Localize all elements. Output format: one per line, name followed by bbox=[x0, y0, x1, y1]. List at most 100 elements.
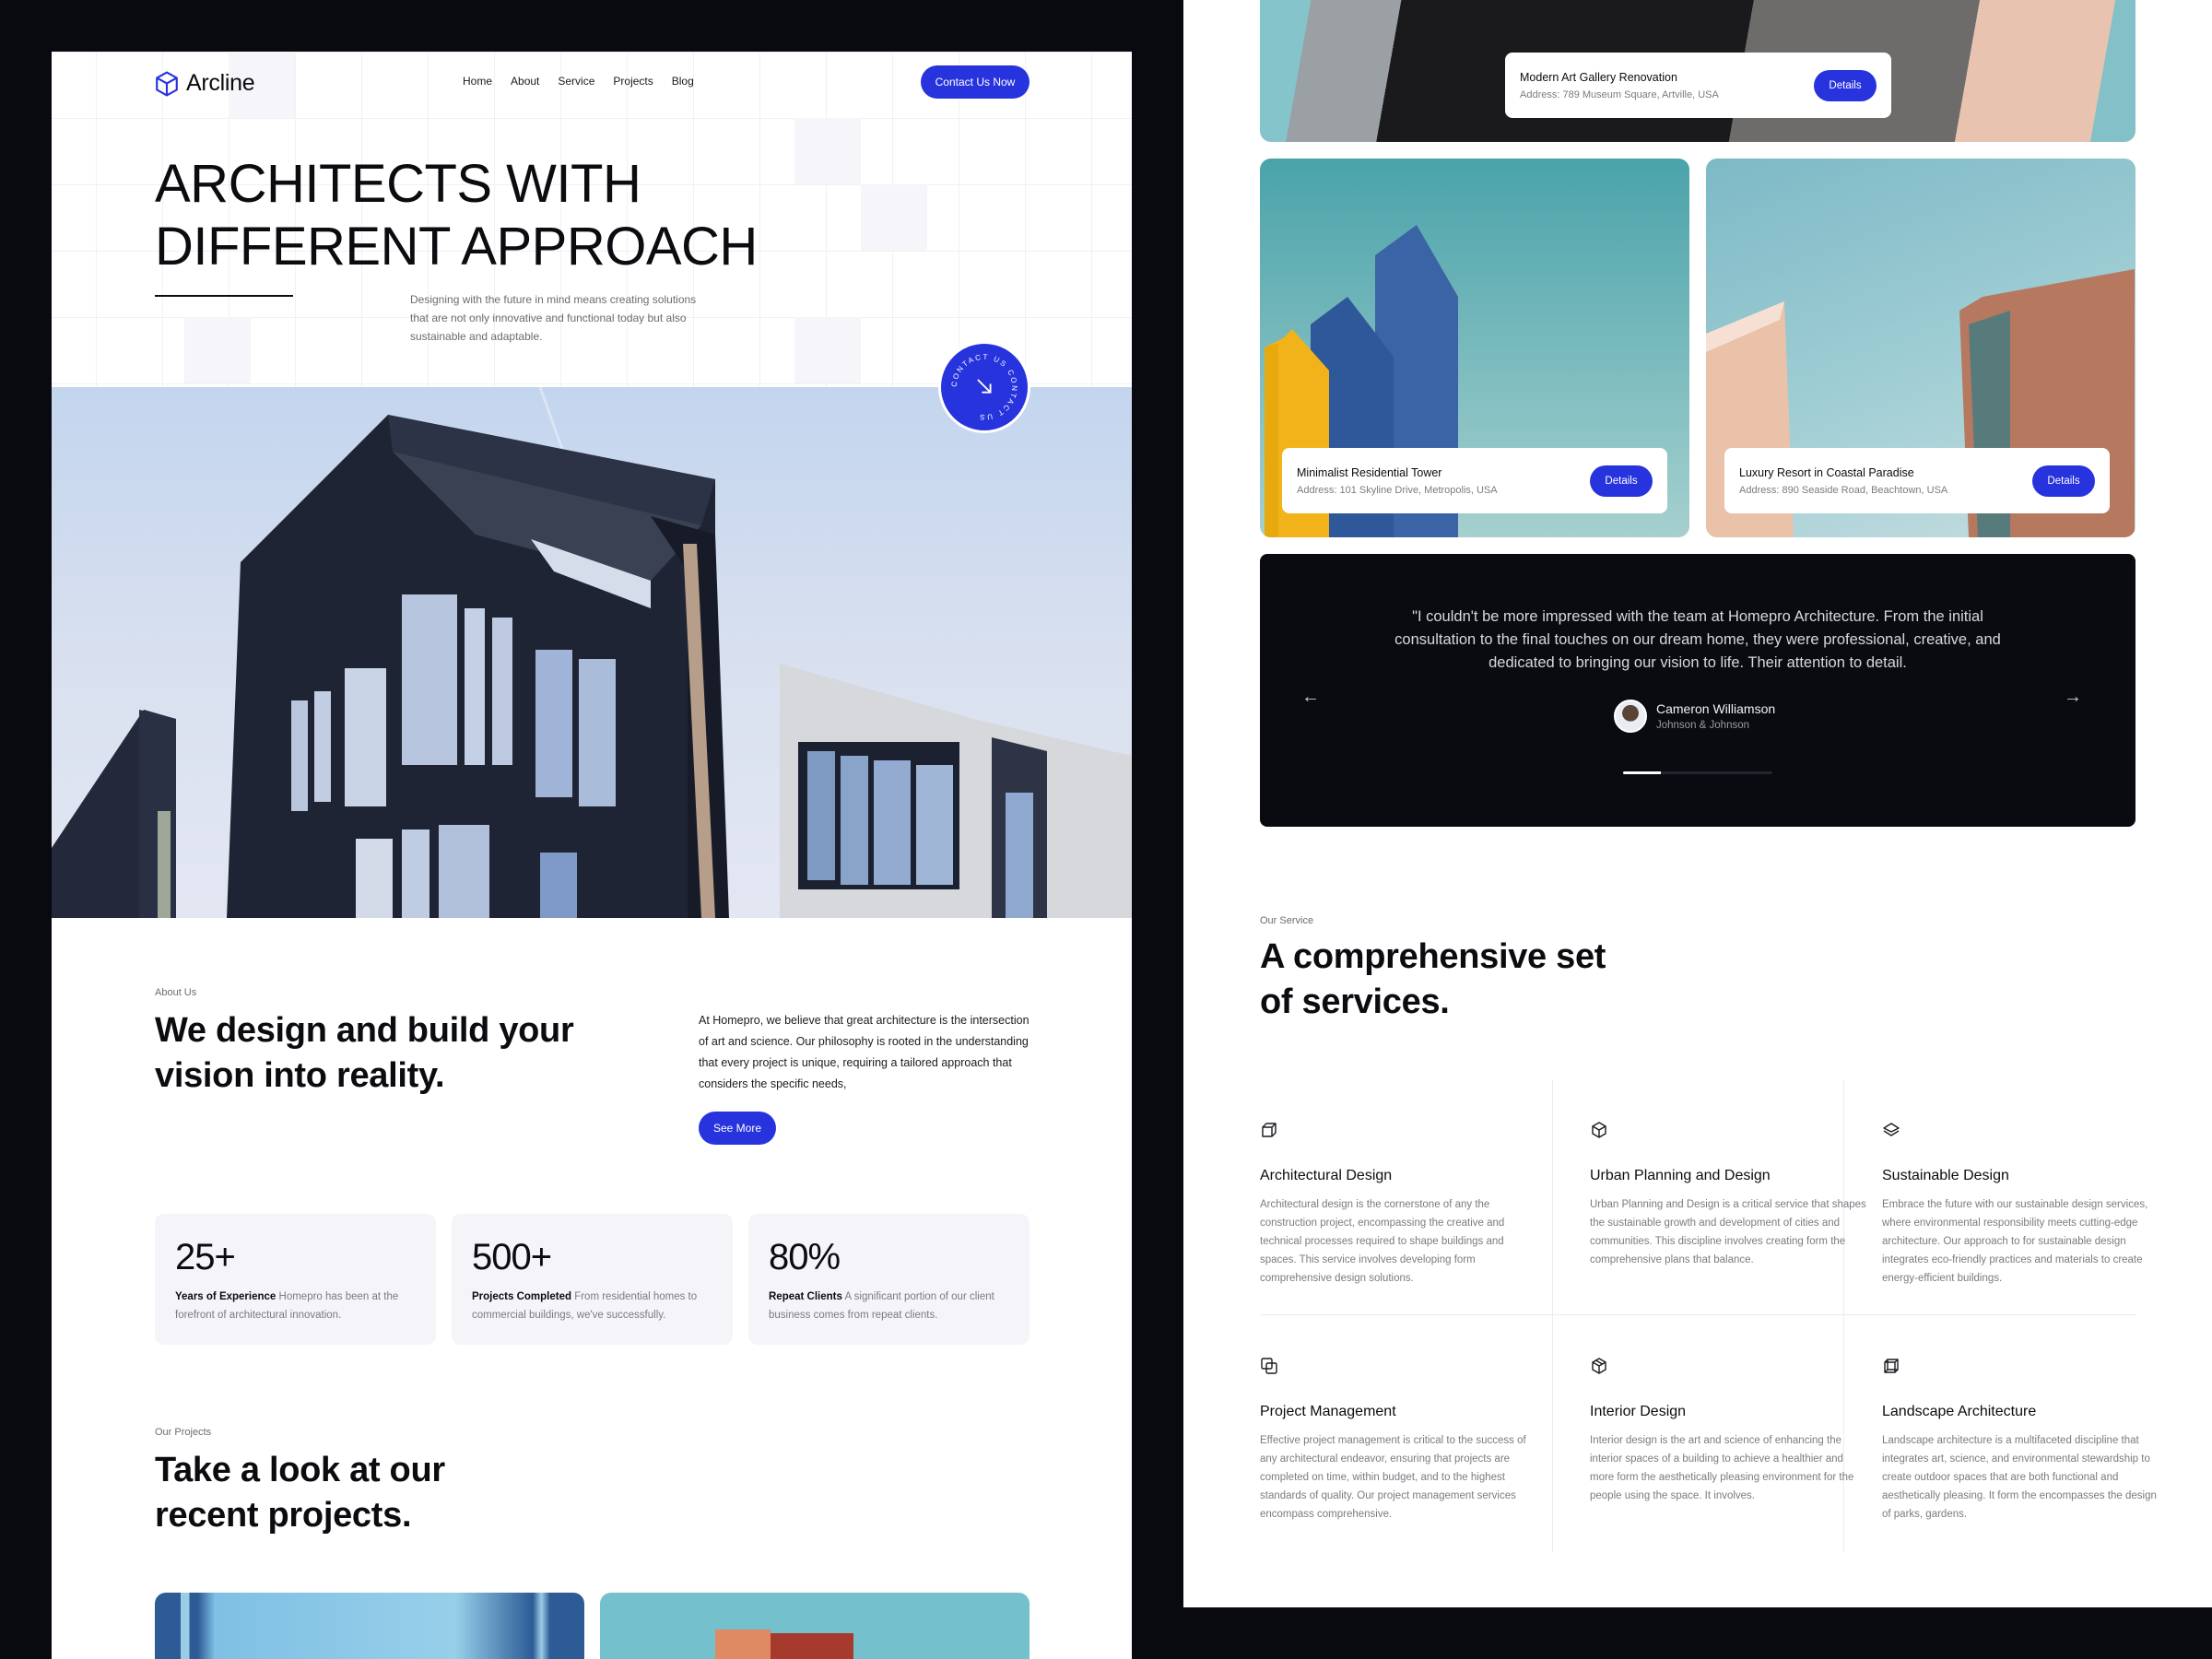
services-title: A comprehensive set of services. bbox=[1260, 937, 1606, 1021]
stat-label: Repeat Clients bbox=[769, 1291, 842, 1302]
stat-value: 500+ bbox=[472, 1237, 552, 1277]
circular-text-arrow-icon: CONTACT US CONTACT US bbox=[950, 353, 1017, 421]
stat-value: 80% bbox=[769, 1237, 841, 1277]
grid-cell bbox=[184, 317, 251, 383]
service-description: Embrace the future with our sustainable … bbox=[1882, 1199, 2148, 1284]
service-name: Landscape Architecture bbox=[1882, 1404, 2037, 1419]
stat-card: 500+ Projects Completed From residential… bbox=[452, 1214, 733, 1345]
project-info-card: Modern Art Gallery Renovation Address: 7… bbox=[1505, 53, 1891, 118]
slider-progress[interactable] bbox=[1623, 771, 1772, 774]
canvas: Arcline Home About Service Projects Blog… bbox=[0, 0, 2212, 1659]
see-more-button[interactable]: See More bbox=[699, 1112, 776, 1145]
project-thumbnail[interactable] bbox=[600, 1593, 1030, 1659]
details-button[interactable]: Details bbox=[2032, 465, 2095, 497]
stat-description: Years of Experience Homepro has been at … bbox=[175, 1288, 416, 1324]
contact-us-button[interactable]: Contact Us Now bbox=[921, 65, 1030, 99]
hero-title-line-2: DIFFERENT APPROACH bbox=[155, 217, 758, 276]
project-address: Address: 789 Museum Square, Artville, US… bbox=[1520, 88, 1719, 100]
landing-page-left: Arcline Home About Service Projects Blog… bbox=[52, 52, 1132, 1659]
project-info-card: Minimalist Residential Tower Address: 10… bbox=[1282, 448, 1667, 513]
building-shape bbox=[771, 1633, 853, 1659]
layers-icon bbox=[1883, 1123, 1900, 1136]
project-info-card: Luxury Resort in Coastal Paradise Addres… bbox=[1724, 448, 2110, 513]
previous-arrow-button[interactable]: ← bbox=[1297, 683, 1324, 711]
nav-link-blog[interactable]: Blog bbox=[672, 75, 694, 88]
nav-links: Home About Service Projects Blog bbox=[463, 75, 694, 88]
stat-card: 25+ Years of Experience Homepro has been… bbox=[155, 1214, 436, 1345]
author-name: Cameron Williamson bbox=[1656, 701, 1776, 716]
service-item: Sustainable Design Embrace the future wi… bbox=[1882, 1121, 2159, 1288]
nav-link-about[interactable]: About bbox=[511, 75, 539, 88]
logo[interactable]: Arcline bbox=[155, 70, 255, 97]
cube-logo-icon bbox=[156, 71, 178, 96]
grid-cell bbox=[861, 184, 927, 251]
stat-label: Years of Experience bbox=[175, 1291, 276, 1302]
details-button[interactable]: Details bbox=[1590, 465, 1653, 497]
nav-link-service[interactable]: Service bbox=[558, 75, 594, 88]
stat-value: 25+ bbox=[175, 1237, 236, 1277]
services-label: Our Service bbox=[1260, 915, 1314, 926]
project-info-text: Luxury Resort in Coastal Paradise Addres… bbox=[1739, 466, 1947, 496]
brand-name: Arcline bbox=[186, 70, 255, 96]
building-shape bbox=[715, 1630, 771, 1659]
service-item: Project Management Effective project man… bbox=[1260, 1357, 1536, 1524]
project-card[interactable]: Luxury Resort in Coastal Paradise Addres… bbox=[1706, 159, 2136, 537]
contact-us-badge[interactable]: CONTACT US CONTACT US bbox=[938, 341, 1030, 433]
project-info-text: Minimalist Residential Tower Address: 10… bbox=[1297, 466, 1498, 496]
project-name: Luxury Resort in Coastal Paradise bbox=[1739, 465, 1914, 479]
service-item: Landscape Architecture Landscape archite… bbox=[1882, 1357, 2159, 1524]
divider bbox=[1552, 1080, 1553, 1552]
wireframe-cube-icon bbox=[1884, 1359, 1899, 1373]
stat-description: Repeat Clients A significant portion of … bbox=[769, 1288, 1009, 1324]
grid-cell bbox=[794, 118, 861, 184]
service-name: Sustainable Design bbox=[1882, 1168, 2009, 1183]
service-description: Effective project management is critical… bbox=[1260, 1435, 1526, 1520]
hero-description: Designing with the future in mind means … bbox=[410, 293, 697, 343]
nav-link-projects[interactable]: Projects bbox=[613, 75, 653, 88]
project-card[interactable]: Modern Art Gallery Renovation Address: 7… bbox=[1260, 0, 2136, 142]
service-item: Interior Design Interior design is the a… bbox=[1590, 1357, 1866, 1505]
service-item: Architectural Design Architectural desig… bbox=[1260, 1121, 1536, 1288]
author-company: Johnson & Johnson bbox=[1656, 720, 1750, 731]
service-name: Project Management bbox=[1260, 1404, 1396, 1419]
grid-cell bbox=[794, 317, 861, 383]
projects-label: Our Projects bbox=[155, 1427, 212, 1438]
project-address: Address: 101 Skyline Drive, Metropolis, … bbox=[1297, 484, 1498, 496]
hero-building-image bbox=[52, 387, 1132, 918]
landing-page-right: Modern Art Gallery Renovation Address: 7… bbox=[1183, 0, 2212, 1607]
about-text: At Homepro, we believe that great archit… bbox=[699, 1014, 1030, 1090]
testimonial-author: Cameron Williamson Johnson & Johnson bbox=[1614, 700, 1775, 733]
arrow-right-icon: → bbox=[2064, 686, 2082, 707]
avatar bbox=[1614, 700, 1647, 733]
testimonial-quote: "I couldn't be more impressed with the t… bbox=[1394, 608, 2001, 671]
project-name: Minimalist Residential Tower bbox=[1297, 465, 1442, 479]
slider-progress-fill bbox=[1623, 771, 1661, 774]
next-arrow-button[interactable]: → bbox=[2059, 683, 2087, 711]
hero-divider bbox=[155, 295, 293, 297]
testimonial-slider: "I couldn't be more impressed with the t… bbox=[1260, 554, 2136, 827]
project-info-text: Modern Art Gallery Renovation Address: 7… bbox=[1520, 71, 1719, 100]
author-info: Cameron Williamson Johnson & Johnson bbox=[1656, 701, 1775, 731]
stat-card: 80% Repeat Clients A significant portion… bbox=[748, 1214, 1030, 1345]
service-name: Urban Planning and Design bbox=[1590, 1168, 1771, 1183]
service-name: Interior Design bbox=[1590, 1404, 1687, 1419]
divider bbox=[1260, 1314, 2136, 1315]
building-illustration bbox=[52, 387, 1132, 918]
details-button[interactable]: Details bbox=[1814, 69, 1877, 101]
about-label: About Us bbox=[155, 987, 197, 998]
service-description: Interior design is the art and science o… bbox=[1590, 1435, 1854, 1501]
top-nav: Arcline Home About Service Projects Blog… bbox=[52, 52, 1132, 116]
service-name: Architectural Design bbox=[1260, 1168, 1393, 1183]
stat-description: Projects Completed From residential home… bbox=[472, 1288, 712, 1324]
hero-title: ARCHITECTS WITH DIFFERENT APPROACH bbox=[155, 153, 758, 278]
nav-link-home[interactable]: Home bbox=[463, 75, 492, 88]
service-description: Urban Planning and Design is a critical … bbox=[1590, 1199, 1866, 1265]
overlap-squares-icon bbox=[1261, 1358, 1277, 1374]
hexagon-cube-icon bbox=[1592, 1122, 1606, 1138]
project-name: Modern Art Gallery Renovation bbox=[1520, 70, 1677, 84]
project-card[interactable]: Minimalist Residential Tower Address: 10… bbox=[1260, 159, 1689, 537]
about-title: We design and build your vision into rea… bbox=[155, 1011, 574, 1095]
service-description: Architectural design is the cornerstone … bbox=[1260, 1199, 1505, 1284]
stat-label: Projects Completed bbox=[472, 1291, 571, 1302]
project-thumbnail[interactable] bbox=[155, 1593, 584, 1659]
